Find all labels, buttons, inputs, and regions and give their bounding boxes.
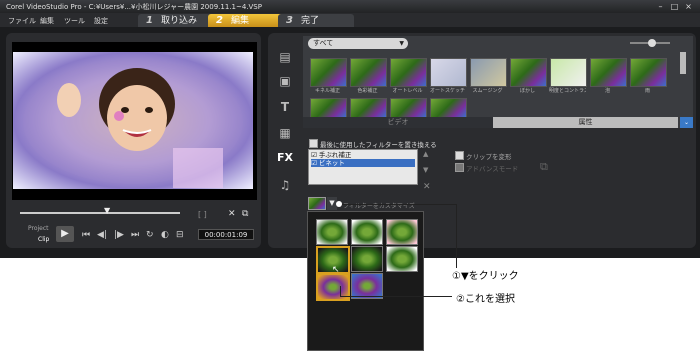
scrubber-bar[interactable] [20,212,180,214]
callout-line-2 [340,296,452,297]
menu-edit[interactable]: 編集 [40,16,54,26]
repeat-icon[interactable]: ↻ [146,230,154,240]
callout-line-1 [336,204,456,205]
filter-thumb[interactable] [630,58,667,87]
preset-dropdown [307,211,424,351]
project-label[interactable]: Project [28,225,49,232]
filter-thumb-label: スムージング [472,88,503,94]
filter-thumb-label: 雨 [644,88,650,94]
filter-thumb-label: オートスケッチ [429,88,465,94]
window-title: Corel VideoStudio Pro - C:¥Users¥...¥小松川… [6,3,262,11]
expand-icon[interactable]: ⌄ [680,117,693,128]
scrubber-handle-icon[interactable]: ▼ [104,206,110,215]
zoom-slider-knob[interactable] [648,39,656,47]
filter-list-item-selected[interactable]: ☑ ビネット [311,159,415,167]
mouse-cursor-icon: ↖ [332,265,340,275]
menu-settings[interactable]: 設定 [94,16,108,26]
preset-thumb[interactable] [351,219,383,245]
maximize-icon[interactable]: □ [670,2,679,11]
volume-icon[interactable]: ◐ [161,230,169,240]
customize-filter-label[interactable]: フィルターをカスタマイズ [343,201,415,210]
filter-thumb[interactable] [510,58,547,87]
filter-thumb-label: 泡 [604,88,610,94]
filter-thumb[interactable] [470,58,507,87]
library-tabs: ビデオ 属性 ⌄ [303,117,693,128]
filter-list-item[interactable]: ☑ 手ぶれ補正 [311,151,351,159]
transition-icon[interactable]: ▣ [276,74,294,88]
transform-clip-label: クリップを変形 [466,153,512,161]
delete-filter-icon[interactable]: ✕ [423,182,431,192]
filter-preset-thumb[interactable] [308,197,326,210]
title-bar: Corel VideoStudio Pro - C:¥Users¥...¥小松川… [0,0,700,13]
filter-thumb[interactable] [430,98,467,118]
filter-thumb[interactable] [550,58,587,87]
filter-thumb[interactable] [430,58,467,87]
menu-file[interactable]: ファイル [8,16,36,26]
trim-bracket-icon[interactable]: [ ] [198,210,207,219]
prev-frame-icon[interactable]: ◀| [97,230,107,240]
filter-thumb[interactable] [310,58,347,87]
minimize-icon[interactable]: – [656,2,665,11]
filter-thumb[interactable] [350,98,387,118]
preset-thumb[interactable] [316,219,348,245]
split-icon[interactable]: ⊟ [176,230,184,240]
title-icon[interactable]: T [276,100,294,114]
play-button[interactable]: ▶ [56,226,74,242]
fx-filter-icon[interactable]: FX [276,151,294,165]
step-capture[interactable]: 1 取り込み [138,14,214,27]
menu-tools[interactable]: ツール [64,16,85,26]
transform-clip-checkbox[interactable] [455,151,464,160]
callout-step2: ②これを選択 [456,294,515,305]
filter-thumb-label: キネル補正 [314,88,340,94]
preset-thumb[interactable] [386,246,418,272]
applied-filter-list[interactable]: ☑ 手ぶれ補正 ☑ ビネット [308,149,418,185]
advanced-mode-label: アドバンスモード [466,165,519,173]
tab-attribute[interactable]: 属性 [493,117,678,128]
callout-dot [336,201,342,207]
preset-thumb[interactable] [386,219,418,245]
graphic-icon[interactable]: ▦ [276,126,294,140]
preset-thumb[interactable] [351,246,383,272]
end-icon[interactable]: ⏭ [131,230,139,240]
home-icon[interactable]: ⏮ [82,230,90,240]
next-frame-icon[interactable]: |▶ [114,230,124,240]
side-toolbar: ▤ ▣ T ▦ FX ♫ [270,42,300,202]
category-select[interactable]: すべて ▼ [308,38,408,49]
filter-thumb[interactable] [590,58,627,87]
advanced-mode-checkbox[interactable] [455,163,464,172]
preview-video-frame [13,52,253,189]
replace-filter-checkbox[interactable] [309,139,318,148]
replace-filter-label: 最後に使用したフィルターを置き換える [320,141,437,149]
timecode-display[interactable]: 00:00:01:09 [198,229,254,240]
callout-line-1-vertical [456,204,457,268]
music-icon[interactable]: ♫ [276,178,294,192]
library-scrollbar[interactable] [680,52,686,74]
filter-thumb-label: 色彩補正 [357,88,378,94]
filter-thumb-label: オートレベル [392,88,423,94]
step-share[interactable]: 3 完了 [278,14,354,27]
filter-thumb-label: ぼかし [519,88,535,94]
step-edit[interactable]: 2 編集 [208,14,284,27]
filter-thumb[interactable] [390,58,427,87]
move-down-icon[interactable]: ▼ [423,166,428,174]
filter-thumb[interactable] [390,98,427,118]
child-photo [23,60,243,188]
callout-line-2-vertical [340,286,341,296]
cut-icon[interactable]: ✕ [228,209,236,219]
media-icon[interactable]: ▤ [276,50,294,64]
chevron-down-icon: ▼ [399,40,404,47]
close-icon[interactable]: × [684,2,693,11]
filter-thumb[interactable] [350,58,387,87]
copy-icon[interactable]: ⧉ [242,209,248,219]
move-up-icon[interactable]: ▲ [423,150,428,158]
transform-icon[interactable]: ⧉ [540,160,548,174]
tab-video[interactable]: ビデオ [303,117,493,128]
filter-thumb-label: 明度とコントラスト [549,88,586,94]
clip-label[interactable]: Clip [38,236,49,243]
filter-thumb[interactable] [310,98,347,118]
callout-step1: ①▼をクリック [452,271,519,282]
